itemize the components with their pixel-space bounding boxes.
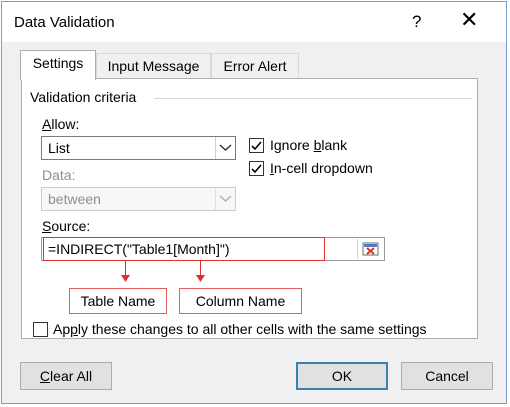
arrow-down-icon (196, 275, 205, 282)
source-value[interactable]: =INDIRECT("Table1[Month]") (48, 241, 230, 257)
collapse-dialog-icon (362, 242, 379, 256)
table-name-callout: Table Name (69, 288, 167, 314)
checkmark-icon (251, 141, 262, 151)
validation-criteria-heading: Validation criteria (30, 89, 137, 105)
source-highlight: =INDIRECT("Table1[Month]") (43, 237, 325, 261)
clear-all-button[interactable]: Clear All (20, 362, 112, 390)
allow-dropdown-button[interactable] (215, 137, 235, 159)
cancel-button[interactable]: Cancel (401, 362, 493, 390)
data-validation-dialog: Data Validation ? ✕ Settings Input Messa… (1, 1, 507, 404)
checkmark-icon (251, 164, 262, 174)
ignore-blank-checkbox[interactable] (249, 138, 264, 153)
chevron-down-icon (219, 195, 232, 202)
data-dropdown-button (215, 188, 235, 210)
title-bar: Data Validation ? ✕ (2, 2, 506, 42)
range-selector-button[interactable] (357, 239, 383, 259)
ok-button[interactable]: OK (296, 362, 388, 390)
data-dropdown: between (41, 187, 236, 211)
dialog-title: Data Validation (14, 14, 115, 31)
allow-value: List (48, 140, 70, 156)
allow-dropdown[interactable]: List (41, 136, 236, 160)
in-cell-dropdown-checkbox[interactable] (249, 161, 264, 176)
close-icon[interactable]: ✕ (460, 9, 478, 31)
data-label: Data: (42, 167, 76, 183)
source-label: Source: (42, 218, 91, 234)
settings-panel: Validation criteria Allow: List Ignore b… (21, 78, 478, 339)
column-name-callout: Column Name (179, 288, 302, 314)
tab-settings[interactable]: Settings (20, 50, 96, 80)
group-divider (154, 98, 472, 99)
apply-all-checkbox[interactable] (33, 322, 48, 337)
help-icon[interactable]: ? (412, 12, 421, 32)
arrow-down-icon (121, 275, 130, 282)
in-cell-dropdown-label: In-cell dropdown (270, 160, 373, 176)
chevron-down-icon (219, 144, 232, 151)
tab-error-alert[interactable]: Error Alert (211, 53, 299, 79)
allow-label: Allow: (42, 116, 80, 132)
tab-input-message[interactable]: Input Message (96, 53, 211, 79)
ignore-blank-label: Ignore blank (270, 137, 348, 153)
data-value: between (48, 191, 101, 207)
apply-all-label: Apply these changes to all other cells w… (53, 321, 427, 337)
